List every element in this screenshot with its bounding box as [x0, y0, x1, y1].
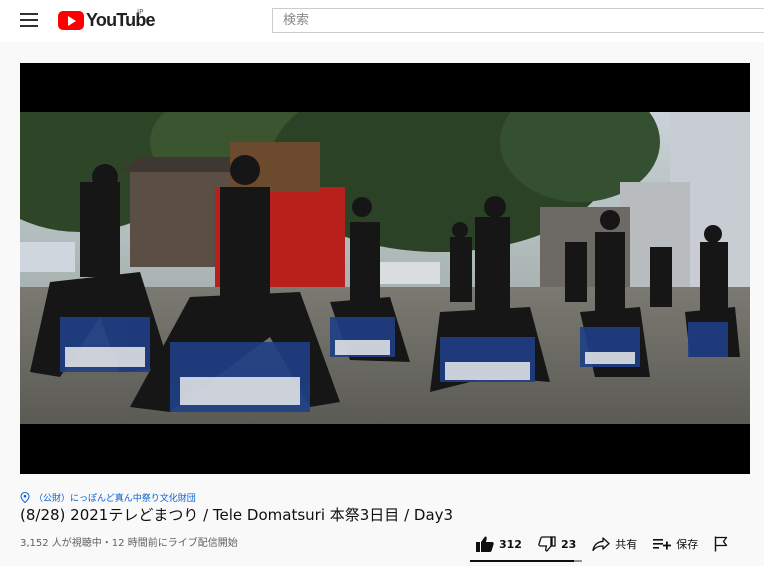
top-bar: YouTube JP 検索: [0, 0, 764, 42]
video-player[interactable]: [20, 63, 750, 474]
flag-icon: [715, 536, 728, 552]
video-title: (8/28) 2021テレどまつり / Tele Domatsuri 本祭3日目…: [20, 506, 454, 524]
report-button[interactable]: [714, 536, 733, 552]
video-frame: [20, 112, 750, 424]
logo-text: YouTube: [86, 9, 156, 30]
like-button[interactable]: 312: [476, 536, 522, 552]
like-ratio-fill: [470, 560, 575, 562]
share-label: 共有: [615, 538, 638, 551]
save-button[interactable]: 保存: [653, 536, 698, 552]
share-icon: [592, 537, 610, 551]
save-label: 保存: [676, 538, 699, 551]
thumb-down-icon: [538, 536, 556, 552]
youtube-logo-icon: [58, 10, 84, 30]
like-dislike-bar: [470, 560, 582, 562]
search-input[interactable]: 検索: [272, 8, 764, 33]
view-count-line: 3,152 人が視聴中・12 時間前にライブ配信開始: [20, 538, 238, 549]
channel-name: （公財）にっぽんど真ん中祭り文化財団: [34, 494, 196, 504]
thumb-up-icon: [476, 536, 494, 552]
share-button[interactable]: 共有: [592, 536, 637, 552]
dislike-button[interactable]: 23: [538, 536, 576, 552]
like-count: 312: [499, 537, 522, 551]
logo-region-label: JP: [137, 8, 144, 16]
channel-link[interactable]: （公財）にっぽんど真ん中祭り文化財団: [20, 491, 196, 504]
save-playlist-icon: [653, 539, 672, 550]
location-pin-icon: [20, 492, 30, 503]
menu-icon[interactable]: [20, 13, 38, 27]
dislike-count: 23: [560, 537, 577, 551]
action-bar: 312 23 共有 保存: [476, 533, 733, 555]
